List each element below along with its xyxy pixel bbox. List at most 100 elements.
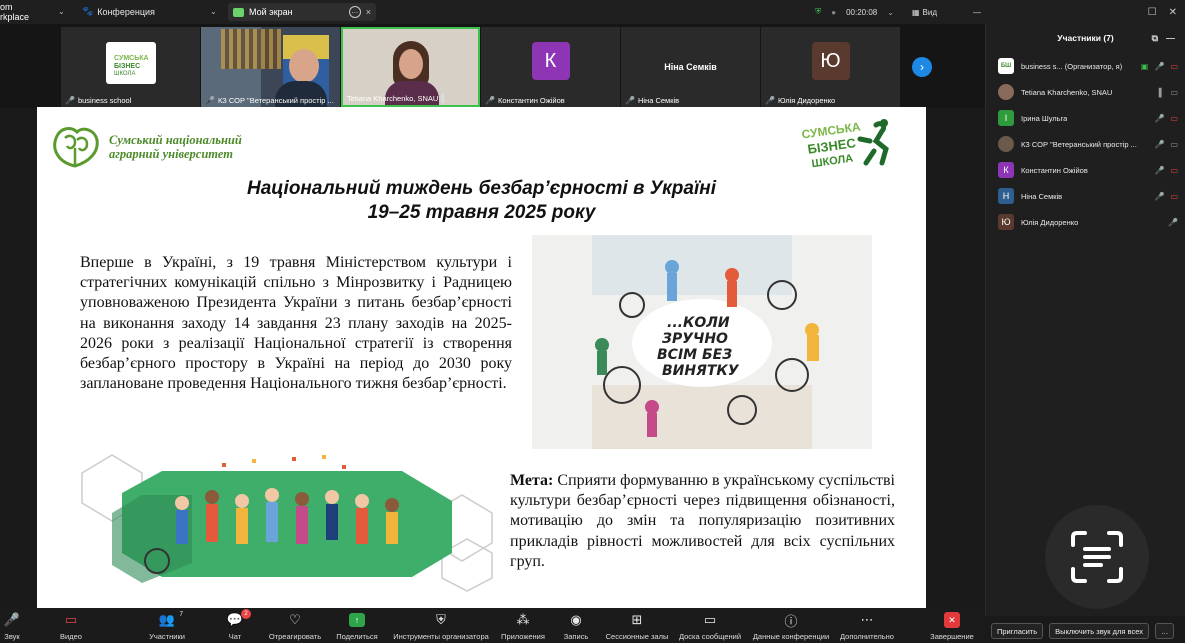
chat-icon: 💬 2 <box>227 609 252 629</box>
video-off-icon[interactable]: ▭ <box>1170 166 1178 175</box>
video-tile[interactable]: К 🎤 Константин Ожійов <box>481 27 620 107</box>
tile-name: Константин Ожійов <box>497 96 565 105</box>
view-button[interactable]: ▦ Вид <box>912 8 937 17</box>
toolbar-label: Инструменты организатора <box>393 632 489 641</box>
minimize-panel-icon[interactable]: — <box>1166 33 1175 44</box>
share-screen-icon <box>233 7 244 17</box>
participant-row[interactable]: КЗ СОР "Ветеранський простір ... 🎤 ▭ <box>998 135 1178 153</box>
security-shield-icon[interactable]: ⛨ <box>815 7 821 17</box>
video-tile[interactable]: Ю 🎤 Юлія Дидоренко <box>761 27 900 107</box>
mic-on-icon[interactable]: ▌ <box>1159 88 1165 97</box>
mic-off-icon[interactable]: 🎤 <box>1154 62 1164 71</box>
host-video-icon: ▣ <box>1140 61 1149 71</box>
tile-label: Tetiana Kharchenko, SNAU ▌ <box>347 94 447 103</box>
participant-row[interactable]: Н Ніна Семків 🎤 ▭ <box>998 187 1178 205</box>
more-icon: ⋯ <box>860 612 874 627</box>
video-tile[interactable]: СУМСЬКА БІЗНЕС ШКОЛА 🎤 business school <box>61 27 200 107</box>
video-off-icon[interactable]: ▭ <box>1170 192 1178 201</box>
tile-label: 🎤 business school <box>65 96 131 105</box>
invite-button[interactable]: Пригласить <box>991 623 1044 639</box>
next-page-icon[interactable]: › <box>912 57 932 77</box>
mic-off-icon[interactable]: 🎤 <box>1154 114 1164 123</box>
minimize-icon[interactable]: — <box>973 8 981 17</box>
mic-on-icon: ▌ <box>441 94 447 103</box>
panel-title: Участники (7) <box>1057 33 1114 43</box>
participant-row[interactable]: БШ business s... (Организатор, я) ▣ 🎤 ▭ <box>998 57 1178 75</box>
window-close-icon[interactable]: ✕ <box>1169 7 1177 18</box>
host-tools-button[interactable]: ⛨ Инструменты организатора <box>393 611 489 641</box>
video-tile-active-speaker[interactable]: Tetiana Kharchenko, SNAU ▌ <box>341 27 480 107</box>
accessibility-illustration: ...КОЛИ ЗРУЧНО ВСІМ БЕЗ ВИНЯТКУ <box>532 235 872 449</box>
video-tile[interactable]: 🎤 КЗ СОР "Ветеранський простір ... <box>201 27 340 107</box>
participant-row[interactable]: Tetiana Kharchenko, SNAU ▌ ▭ <box>998 83 1178 101</box>
close-icon[interactable]: × <box>366 7 371 17</box>
video-off-icon[interactable]: ▭ <box>1170 114 1178 123</box>
mic-off-icon[interactable]: 🎤 <box>1154 140 1164 149</box>
share-button[interactable]: ↑ Поделиться <box>312 611 402 641</box>
reaction-icon: ♡ <box>289 612 301 627</box>
avatar: К <box>998 162 1014 178</box>
mute-all-button[interactable]: Выключить звук для всех <box>1049 623 1149 639</box>
meeting-toolbar: 🎤 Звук ▭ Видео 👥 7 Участники 💬 2 Чат ♡ Отр… <box>0 608 985 643</box>
record-icon: ◉ <box>570 612 582 627</box>
mic-off-icon[interactable]: 🎤 <box>1154 192 1164 201</box>
video-tile[interactable]: Ніна Семків 🎤 Ніна Семків <box>621 27 760 107</box>
window-maximize-icon[interactable]: ☐ <box>1148 7 1157 18</box>
video-button[interactable]: ▭ Видео <box>26 611 116 641</box>
mic-off-icon[interactable]: 🎤 <box>1154 166 1164 175</box>
share-icon: ↑ <box>349 613 365 627</box>
tile-name: Tetiana Kharchenko, SNAU <box>347 94 439 103</box>
popout-icon[interactable]: ⧉ <box>1152 33 1158 44</box>
toolbar-label: Участники <box>149 632 185 641</box>
whiteboard-button[interactable]: ▭ Доска сообщений <box>665 611 755 641</box>
shared-screen-slide: Сумський національний аграрний університе… <box>37 107 926 608</box>
video-on-icon[interactable]: ▭ <box>1170 88 1178 97</box>
share-screen-tab[interactable]: Мой экран … × <box>228 3 376 21</box>
participant-row[interactable]: Ю Юлія Дидоренко 🎤 <box>998 213 1178 231</box>
tile-label: 🎤 КЗ СОР "Ветеранський простір ... <box>205 96 334 105</box>
conference-label: Конференция <box>97 6 155 17</box>
more-participants-options-icon[interactable]: … <box>1154 623 1175 639</box>
toolbar-label: Сессионные залы <box>605 632 669 641</box>
mic-off-icon: 🎤 <box>205 96 215 105</box>
svg-text:БІЗНЕС: БІЗНЕС <box>114 63 140 70</box>
illustration-text-4: ВИНЯТКУ <box>662 363 740 379</box>
tile-name: Юлія Дидоренко <box>777 96 836 105</box>
svg-text:ШКОЛА: ШКОЛА <box>114 71 135 77</box>
toolbar-label: Поделиться <box>336 632 378 641</box>
video-off-icon: ▭ <box>64 612 78 627</box>
top-right-controls: ⛨ ● 00:20:08 ⌄ ▦ Вид — <box>815 0 985 24</box>
illustration-text-2: ЗРУЧНО <box>662 331 728 347</box>
participant-row[interactable]: К Константин Ожійов 🎤 ▭ <box>998 161 1178 179</box>
conference-menu[interactable]: 🐾 Конференция <box>82 6 155 17</box>
text-scan-button[interactable] <box>1045 505 1149 609</box>
video-off-icon[interactable]: ▭ <box>1170 62 1178 71</box>
business-school-logo: СУМСЬКА БІЗНЕС ШКОЛА <box>106 42 156 84</box>
mic-off-icon: 🎤 <box>765 96 775 105</box>
tile-label: 🎤 Ніна Семків <box>625 96 679 105</box>
mic-off-icon[interactable]: 🎤 <box>1168 218 1178 227</box>
goal-description: Сприяти формуванню в українському суспіл… <box>510 472 895 570</box>
video-on-icon[interactable]: ▭ <box>1170 140 1178 149</box>
window-controls: ☐ ✕ <box>985 0 1185 24</box>
share-dropdown-chevron-icon[interactable]: ⌄ <box>210 7 217 16</box>
end-meeting-button[interactable]: ✕ Завершение <box>907 611 997 641</box>
business-school-logo: СУМСЬКА БІЗНЕС ШКОЛА <box>798 115 904 175</box>
svg-text:СУМСЬКА: СУМСЬКА <box>114 55 149 62</box>
participant-name: Tetiana Kharchenko, SNAU <box>1021 87 1113 97</box>
view-grid-icon: ▦ <box>911 7 920 17</box>
university-name-line2: аграрний університет <box>109 147 233 161</box>
more-button[interactable]: ⋯ Дополнительно <box>822 611 912 641</box>
participant-row[interactable]: І Ірина Шульга 🎤 ▭ <box>998 109 1178 127</box>
tile-center-name: Ніна Семків <box>664 62 717 72</box>
top-chevron-icon[interactable]: ⌄ <box>58 7 65 16</box>
timer-chevron-icon[interactable]: ⌄ <box>887 8 894 17</box>
toolbar-label: Запись <box>563 632 589 641</box>
more-options-icon[interactable]: … <box>348 6 361 18</box>
avatar: Ю <box>998 214 1014 230</box>
avatar: БШ <box>998 58 1014 74</box>
info-icon: ⓘ <box>784 613 798 629</box>
avatar: І <box>998 110 1014 126</box>
mic-off-icon: 🎤 <box>65 96 75 105</box>
panel-actions: Пригласить Выключить звук для всех … <box>985 619 1185 643</box>
